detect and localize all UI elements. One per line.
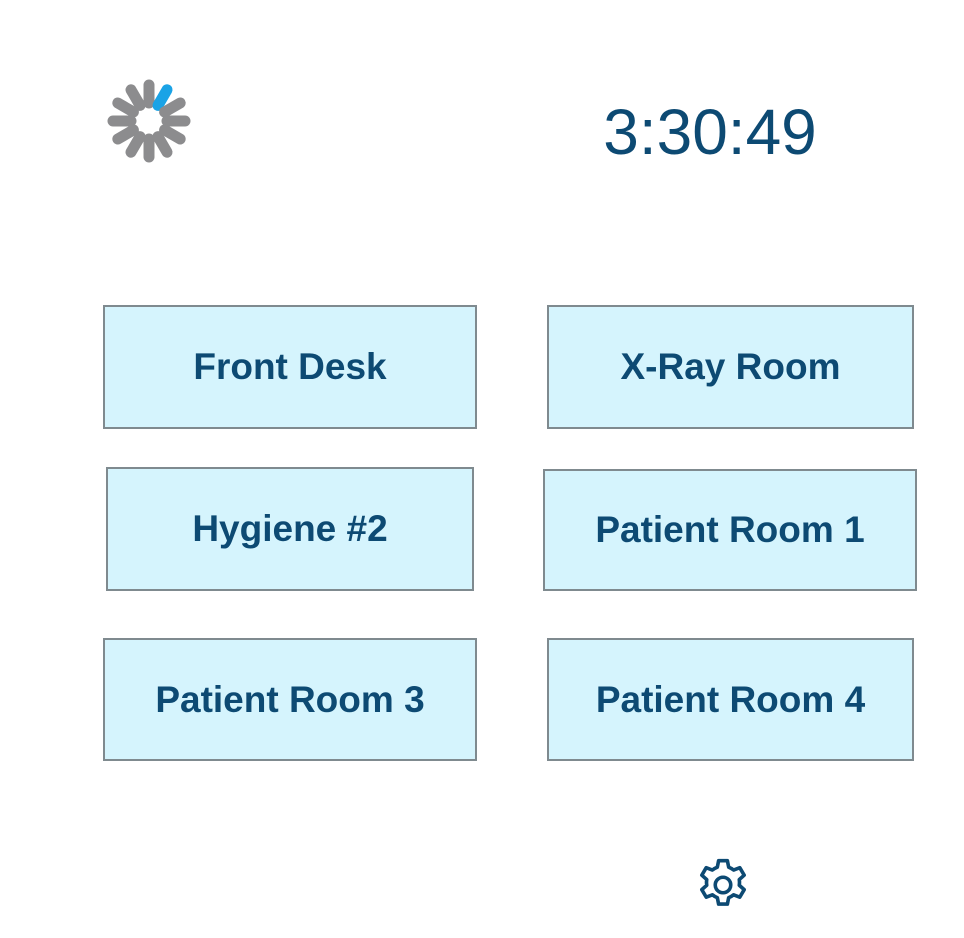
room-button-label: X-Ray Room xyxy=(620,346,841,387)
settings-button[interactable] xyxy=(692,854,754,916)
room-button-patient-room-3[interactable]: Patient Room 3 xyxy=(103,638,477,761)
loading-spinner-icon xyxy=(104,76,194,166)
room-button-label: Front Desk xyxy=(193,346,387,387)
clock-display: 3:30:49 xyxy=(603,96,817,168)
room-button-label: Patient Room 1 xyxy=(595,509,865,550)
room-button-label: Patient Room 3 xyxy=(155,678,425,720)
room-button-label: Hygiene #2 xyxy=(192,508,388,549)
room-button-patient-room-1[interactable]: Patient Room 1 xyxy=(543,469,917,591)
gear-icon xyxy=(700,858,746,906)
room-button-patient-room-4[interactable]: Patient Room 4 xyxy=(547,638,914,761)
room-button-hygiene-2[interactable]: Hygiene #2 xyxy=(106,467,474,591)
room-button-label: Patient Room 4 xyxy=(595,678,866,720)
room-button-x-ray-room[interactable]: X-Ray Room xyxy=(547,305,914,429)
room-button-front-desk[interactable]: Front Desk xyxy=(103,305,477,429)
